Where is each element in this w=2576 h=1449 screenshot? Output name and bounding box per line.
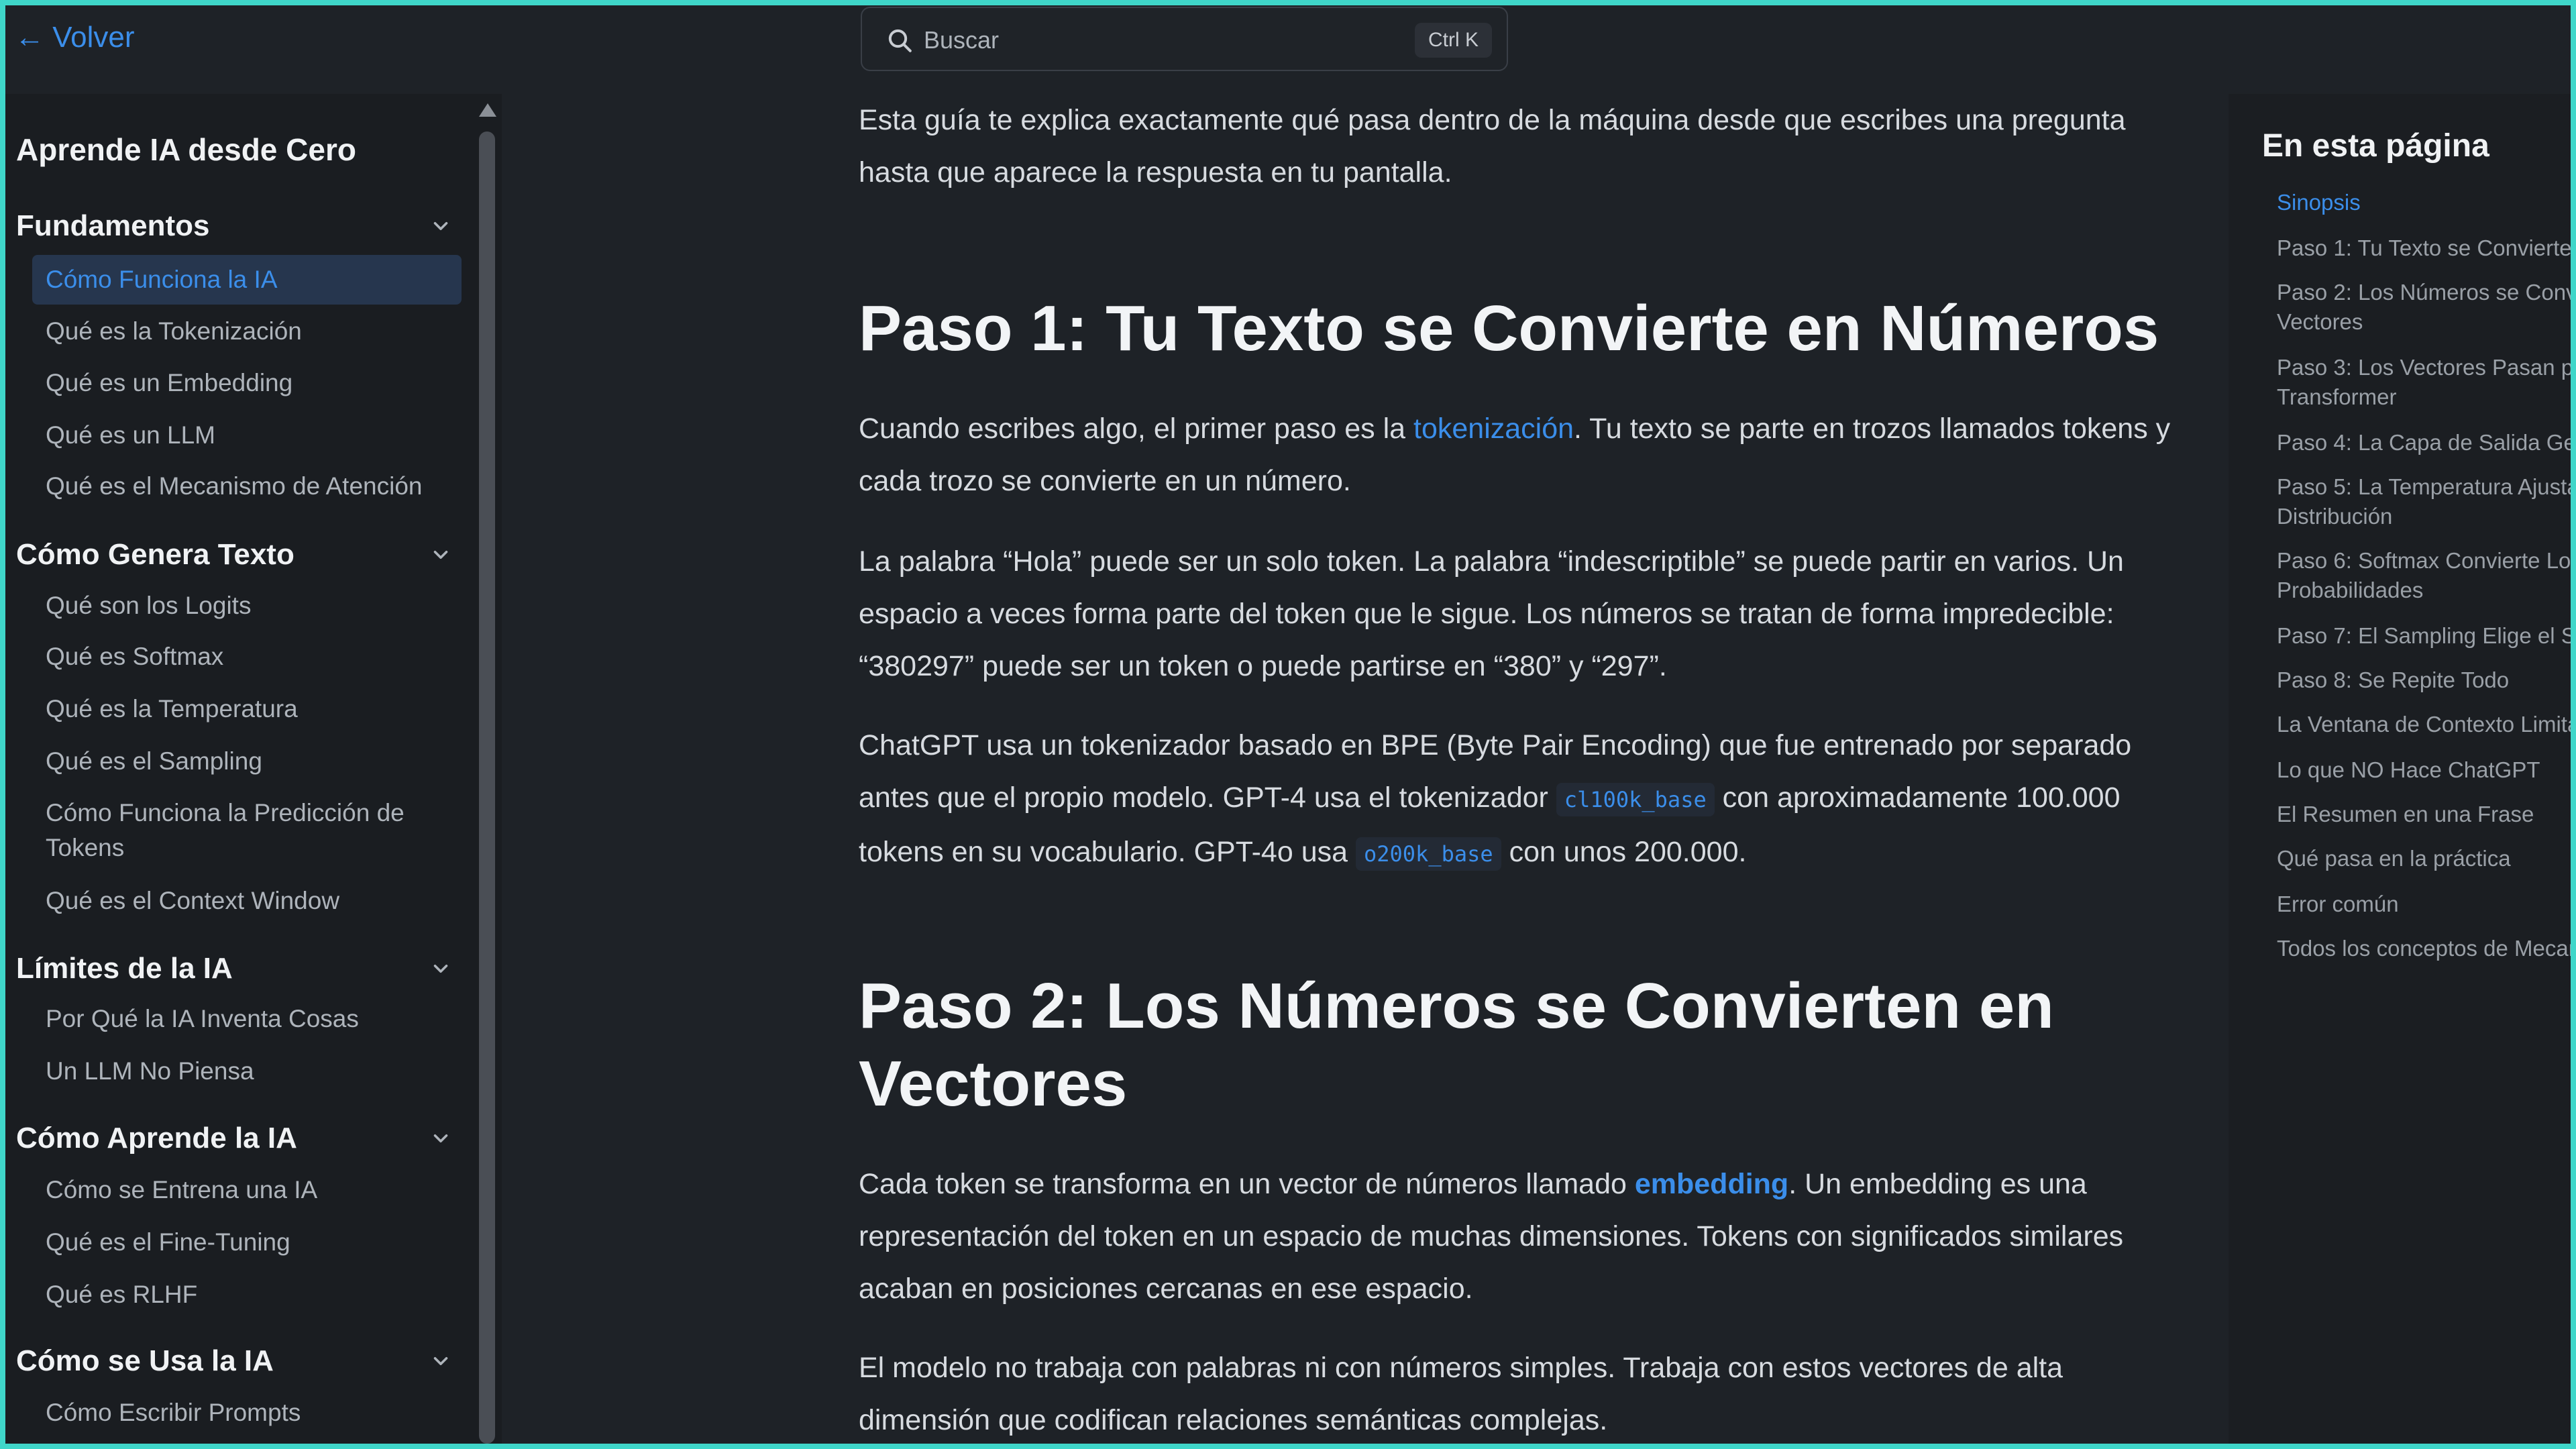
toc-item-paso-2[interactable]: Paso 2: Los Números se Convierten en: [2277, 278, 2572, 307]
text-segment: Cuando escribes algo, el primer paso es …: [859, 413, 1413, 445]
search-placeholder: Buscar: [924, 26, 1000, 54]
sidebar-section-fundamentos[interactable]: Fundamentos: [16, 204, 452, 248]
inline-code: cl100k_base: [1556, 783, 1715, 816]
chevron-down-icon[interactable]: [429, 1127, 452, 1150]
toc-item-paso-4[interactable]: Paso 4: La Capa de Salida Genera Logits: [2277, 428, 2572, 458]
search-input[interactable]: Buscar Ctrl K: [861, 7, 1508, 71]
back-link[interactable]: ← Volver: [15, 17, 135, 58]
toc-item-paso-2-cont[interactable]: Vectores: [2277, 307, 2572, 337]
sidebar-item-como-funciona-la-ia[interactable]: Cómo Funciona la IA: [32, 255, 462, 305]
sidebar-title: Aprende IA desde Cero: [16, 132, 356, 167]
top-bar: ← Volver Buscar Ctrl K: [0, 0, 2576, 94]
inline-code: o200k_base: [1355, 837, 1501, 871]
step1-paragraph-2: La palabra “Hola” puede ser un solo toke…: [859, 545, 2124, 682]
sidebar-section-label: Fundamentos: [16, 209, 210, 242]
toc-item-error-comun[interactable]: Error común: [2277, 890, 2572, 919]
chevron-down-icon[interactable]: [429, 543, 452, 566]
sidebar-item-no-piensa[interactable]: Un LLM No Piensa: [32, 1054, 462, 1089]
toc-item-practica[interactable]: Qué pasa en la práctica: [2277, 844, 2572, 873]
search-icon: [888, 29, 912, 52]
sidebar-item-inventa-cosas[interactable]: Por Qué la IA Inventa Cosas: [32, 1002, 462, 1036]
text-segment: con unos 200.000.: [1501, 836, 1747, 868]
sidebar-item-sampling[interactable]: Qué es el Sampling: [32, 744, 462, 779]
toc-item-paso-6-cont[interactable]: Probabilidades: [2277, 576, 2572, 605]
toc-item-paso-3-cont[interactable]: Transformer: [2277, 382, 2572, 412]
toc-panel: En esta página Sinopsis Paso 1: Tu Texto…: [2229, 94, 2576, 1444]
sidebar-section-label: Cómo Genera Texto: [16, 538, 294, 571]
sidebar-section-label: Límites de la IA: [16, 952, 233, 985]
step2-paragraph-1: Cada token se transforma en un vector de…: [859, 1158, 2194, 1315]
step1-paragraph-3: ChatGPT usa un tokenizador basado en BPE…: [859, 719, 2194, 880]
search-shortcut-badge: Ctrl K: [1415, 23, 1492, 58]
sidebar-item-rlhf[interactable]: Qué es RLHF: [32, 1277, 462, 1312]
toc-item-paso-7[interactable]: Paso 7: El Sampling Elige el Siguiente T…: [2277, 621, 2572, 651]
toc-item-paso-1[interactable]: Paso 1: Tu Texto se Convierte en Números: [2277, 233, 2572, 263]
sidebar-section-label: Cómo Aprende la IA: [16, 1122, 297, 1155]
toc-item-no-hace[interactable]: Lo que NO Hace ChatGPT: [2277, 755, 2572, 785]
sidebar-item-entrena[interactable]: Cómo se Entrena una IA: [32, 1173, 462, 1208]
toc-item-paso-3[interactable]: Paso 3: Los Vectores Pasan por el: [2277, 353, 2572, 382]
sidebar-section-como-se-usa[interactable]: Cómo se Usa la IA: [16, 1339, 452, 1383]
text-segment: Cada token se transforma en un vector de…: [859, 1168, 1635, 1200]
embedding-link[interactable]: embedding: [1635, 1168, 1788, 1200]
toc-item-paso-5[interactable]: Paso 5: La Temperatura Ajusta la: [2277, 472, 2572, 502]
step2-heading: Paso 2: Los Números se Convierten en Vec…: [859, 970, 2054, 1120]
sidebar-item-temperatura[interactable]: Qué es la Temperatura: [32, 692, 462, 727]
toc-item-paso-8[interactable]: Paso 8: Se Repite Todo: [2277, 665, 2572, 695]
toc-item-paso-6[interactable]: Paso 6: Softmax Convierte Logits en: [2277, 546, 2572, 576]
sidebar-scrollbar[interactable]: [472, 94, 502, 1444]
sidebar-item-softmax[interactable]: Qué es Softmax: [32, 639, 462, 674]
sidebar: Aprende IA desde Cero Fundamentos Cómo F…: [5, 94, 502, 1444]
step1-heading: Paso 1: Tu Texto se Convierte en Números: [859, 292, 2159, 364]
sidebar-item-context-window[interactable]: Qué es el Context Window: [32, 883, 462, 918]
toc-item-sinopsis[interactable]: Sinopsis: [2277, 188, 2572, 217]
scroll-up-arrow-icon[interactable]: [479, 103, 496, 117]
sidebar-item-prediccion-tokens[interactable]: Cómo Funciona la Predicción de Tokens: [32, 796, 462, 865]
toc-item-resumen[interactable]: El Resumen en una Frase: [2277, 800, 2572, 829]
sidebar-item-embedding[interactable]: Qué es un Embedding: [32, 366, 462, 400]
sidebar-item-tokenizacion[interactable]: Qué es la Tokenización: [32, 314, 462, 349]
toc-item-paso-5-cont[interactable]: Distribución: [2277, 502, 2572, 531]
chevron-down-icon[interactable]: [429, 1350, 452, 1373]
sidebar-item-atencion[interactable]: Qué es el Mecanismo de Atención: [32, 469, 462, 504]
sidebar-item-prompts[interactable]: Cómo Escribir Prompts: [32, 1395, 462, 1430]
toc-item-todos-conceptos[interactable]: Todos los conceptos de Mecanismo: [2277, 934, 2572, 963]
sidebar-item-llm[interactable]: Qué es un LLM: [32, 418, 462, 453]
sidebar-item-logits[interactable]: Qué son los Logits: [32, 588, 462, 623]
toc-item-ventana-contexto[interactable]: La Ventana de Contexto Limita: [2277, 710, 2572, 739]
step2-paragraph-2: El modelo no trabaja con palabras ni con…: [859, 1352, 2063, 1436]
sidebar-section-como-genera-texto[interactable]: Cómo Genera Texto: [16, 533, 452, 577]
chevron-down-icon[interactable]: [429, 215, 452, 237]
sidebar-section-label: Cómo se Usa la IA: [16, 1344, 274, 1377]
sidebar-section-limites[interactable]: Límites de la IA: [16, 947, 452, 991]
chevron-down-icon[interactable]: [429, 957, 452, 980]
sidebar-section-como-aprende[interactable]: Cómo Aprende la IA: [16, 1116, 452, 1161]
sidebar-item-fine-tuning[interactable]: Qué es el Fine-Tuning: [32, 1225, 462, 1260]
tokenizacion-link[interactable]: tokenización: [1413, 413, 1574, 445]
toc-title: En esta página: [2262, 128, 2489, 164]
intro-paragraph: Esta guía te explica exactamente qué pas…: [859, 104, 2126, 189]
step1-paragraph-1: Cuando escribes algo, el primer paso es …: [859, 402, 2194, 507]
scrollbar-thumb[interactable]: [479, 131, 495, 1444]
